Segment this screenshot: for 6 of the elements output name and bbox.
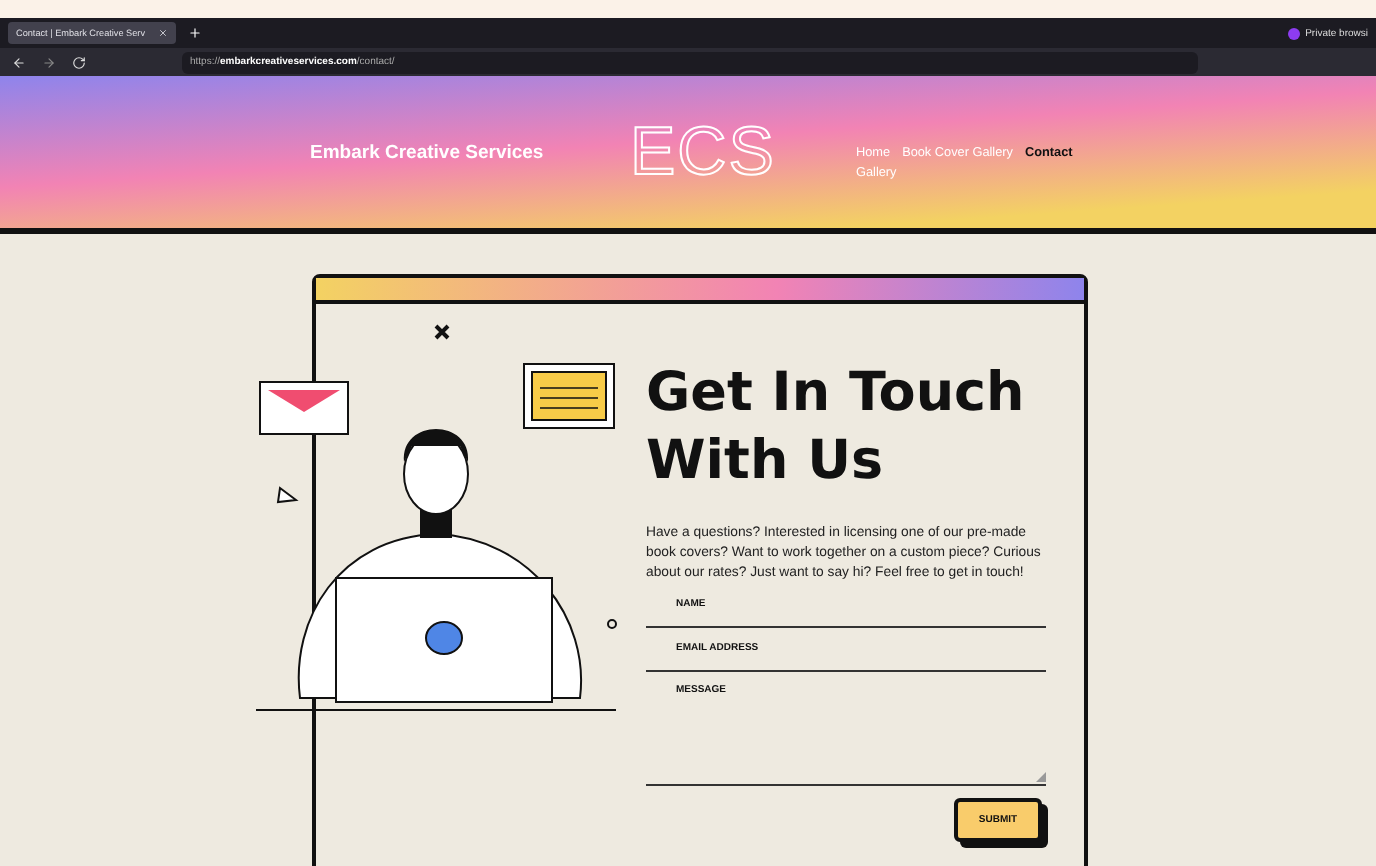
reload-button[interactable] — [72, 55, 86, 69]
forward-button[interactable] — [42, 55, 56, 69]
resize-grip-icon[interactable] — [1036, 772, 1046, 782]
contact-heading: Get In Touch With Us — [646, 360, 1026, 496]
new-tab-button[interactable] — [188, 26, 202, 40]
back-button[interactable] — [12, 55, 26, 69]
